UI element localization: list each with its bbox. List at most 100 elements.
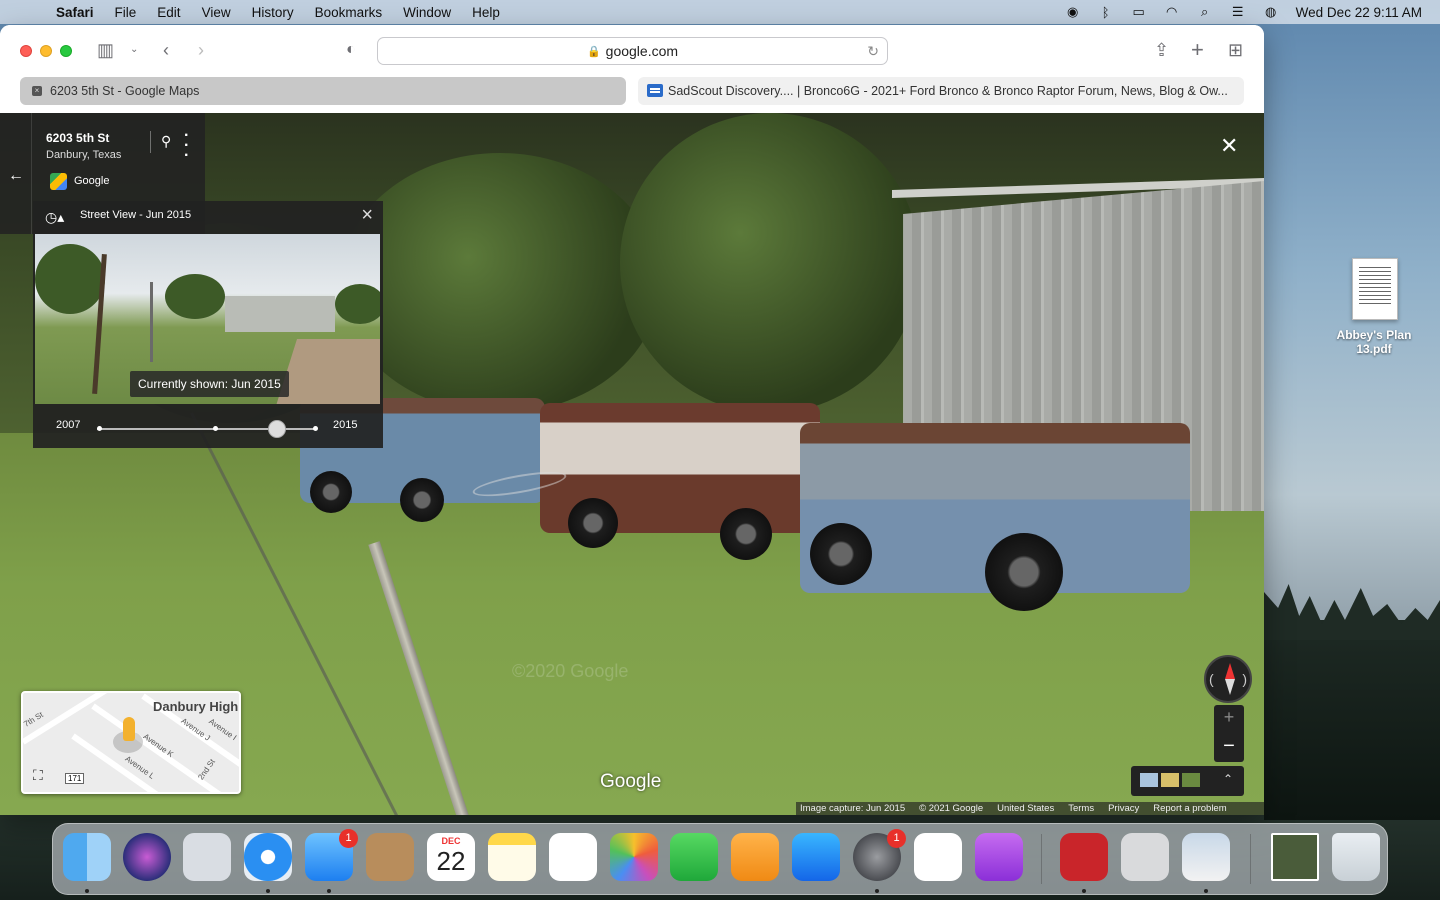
spotlight-search-icon[interactable]: ⌕ [1197,4,1213,19]
pages-icon[interactable] [731,833,779,881]
reload-icon[interactable]: ↻ [867,43,879,60]
mini-map[interactable]: Danbury High Avenue J Avenue I Avenue K … [21,691,241,794]
compass-north-icon [1225,663,1235,679]
close-window-button[interactable] [20,45,32,57]
tab-google-maps[interactable]: × 6203 5th St - Google Maps [20,77,626,105]
street-view-canvas[interactable]: ©2020 Google ← 6203 5th St Danbury, Texa… [0,113,1264,815]
privacy-shield-icon[interactable]: ◐ [346,40,356,60]
map-layer-thumb[interactable] [1140,773,1158,787]
street-label: 2nd St [196,757,217,782]
map-pin-icon[interactable]: ⚲ [161,133,171,150]
historic-preview-image[interactable]: Currently shown: Jun 2015 [35,234,380,404]
address-locality: Danbury, Texas [46,149,122,161]
calendar-icon[interactable]: DEC 22 [427,833,475,881]
menu-bookmarks[interactable]: Bookmarks [315,5,383,20]
battery-icon[interactable]: ▭ [1131,4,1147,19]
running-indicator [85,889,89,893]
dock-separator [1041,834,1042,884]
photos-icon[interactable] [610,833,658,881]
timeline-stop[interactable] [213,426,218,431]
zoom-in-button[interactable]: + [1214,707,1244,728]
minimize-window-button[interactable] [40,45,52,57]
share-icon[interactable]: ⇪ [1154,40,1169,60]
menu-history[interactable]: History [252,5,294,20]
back-to-map-button[interactable]: ← [0,113,32,234]
terms-link[interactable]: Terms [1068,803,1094,814]
tab-label: SadScout Discovery.... | Bronco6G - 2021… [668,84,1228,98]
country-link[interactable]: United States [997,803,1054,814]
menu-file[interactable]: File [115,5,137,20]
terrain-layer-thumb[interactable] [1161,773,1179,787]
acrobat-icon[interactable] [1060,833,1108,881]
compass-control[interactable]: ( ) [1204,655,1252,703]
menu-window[interactable]: Window [403,5,451,20]
user-icon[interactable]: ◉ [1065,4,1081,19]
timeline-slider[interactable]: 2007 2015 [33,409,383,445]
control-center-icon[interactable]: ☰ [1230,4,1246,19]
truck-wheel [310,471,352,513]
safari-app-icon[interactable] [244,833,292,881]
launchpad-icon[interactable] [183,833,231,881]
close-tab-icon[interactable]: × [32,86,42,96]
timeline-track[interactable] [97,420,318,438]
menu-help[interactable]: Help [472,5,500,20]
zoom-window-button[interactable] [60,45,72,57]
calculator-icon[interactable] [1121,833,1169,881]
dock-separator [1250,834,1251,884]
tab-overview-icon[interactable]: ⊞ [1228,40,1243,60]
truck-wheel [568,498,618,548]
app-store-icon[interactable] [792,833,840,881]
siri-icon[interactable]: ◍ [1263,4,1279,19]
menu-app-name[interactable]: Safari [56,5,94,20]
downloads-stack-icon[interactable] [1271,833,1319,881]
more-options-icon[interactable]: · · · [184,128,189,164]
desktop-file-label[interactable]: Abbey's Plan 13.pdf [1322,328,1426,356]
chevron-down-icon[interactable]: ⌄ [130,40,138,60]
reminders-icon[interactable] [549,833,597,881]
close-icon[interactable]: × [361,204,373,227]
bluetooth-icon[interactable]: ᛒ [1098,5,1114,20]
wifi-icon[interactable]: ◠ [1164,4,1180,19]
layers-control[interactable]: ⌃ [1131,766,1244,796]
tree-shape [340,153,660,413]
finder-icon[interactable] [63,833,111,881]
tab-bronco6g[interactable]: SadScout Discovery.... | Bronco6G - 2021… [638,77,1244,105]
pdf-file-icon[interactable] [1352,258,1398,320]
map-place-label: Danbury High [153,699,239,714]
menubar-clock[interactable]: Wed Dec 22 9:11 AM [1296,5,1422,20]
expand-map-icon[interactable]: ⛶ [33,767,43,784]
notes-icon[interactable] [488,833,536,881]
satellite-layer-thumb[interactable] [1182,773,1200,787]
address-bar[interactable]: 🔒 google.com ↻ [377,37,888,65]
timeline-stop[interactable] [313,426,318,431]
chevron-up-icon[interactable]: ⌃ [1223,772,1233,786]
menu-view[interactable]: View [202,5,231,20]
privacy-link[interactable]: Privacy [1108,803,1139,814]
siri-app-icon[interactable] [123,833,171,881]
desktop-hills [1264,620,1440,820]
new-tab-icon[interactable]: + [1191,39,1204,61]
menu-edit[interactable]: Edit [157,5,180,20]
rotate-left-icon[interactable]: ( [1209,671,1214,687]
exit-street-view-icon[interactable]: ✕ [1220,133,1238,159]
history-clock-icon[interactable]: ◷▴ [45,209,64,226]
forward-arrow-icon[interactable]: › [198,40,204,60]
pegman-icon[interactable] [123,717,135,741]
preview-icon[interactable] [1182,833,1230,881]
trash-icon[interactable] [1332,833,1380,881]
truck-wheel [985,533,1063,611]
back-arrow-icon[interactable]: ‹ [163,40,169,60]
thumb-tree [35,244,105,314]
sidebar-icon[interactable]: ▥ [97,40,114,60]
rotate-right-icon[interactable]: ) [1242,671,1247,687]
copyright: © 2021 Google [919,803,984,814]
podcasts-icon[interactable] [975,833,1023,881]
news-icon[interactable] [914,833,962,881]
report-problem-link[interactable]: Report a problem [1153,803,1226,814]
contacts-icon[interactable] [366,833,414,881]
numbers-icon[interactable] [670,833,718,881]
timeline-handle[interactable] [268,420,287,438]
timeline-stop[interactable] [97,426,102,431]
dock: 1 DEC 22 1 [52,823,1388,895]
zoom-out-button[interactable]: − [1214,735,1244,758]
